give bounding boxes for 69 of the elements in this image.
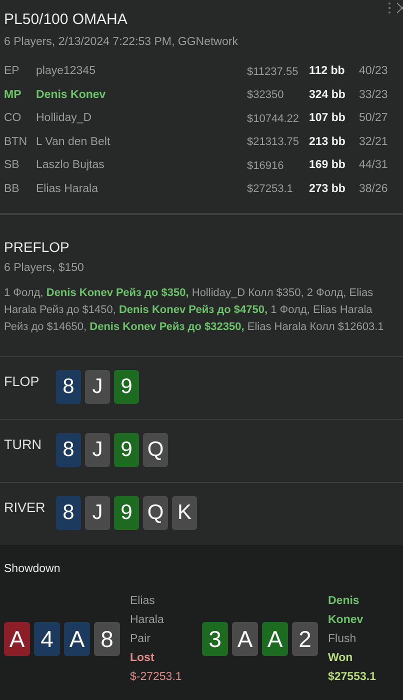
player-position: EP: [4, 64, 20, 80]
street-title: PREFLOP: [4, 238, 70, 258]
playing-card: 4: [34, 622, 60, 656]
playing-card: 9: [114, 370, 139, 404]
player-stack: $27253.1: [247, 182, 294, 198]
street-title: TURN: [4, 436, 42, 454]
player-stack: $21313.75: [247, 135, 300, 150]
player-stats: 38/26: [359, 182, 389, 197]
player-position: MP: [4, 88, 22, 103]
result-label: Won: [328, 650, 354, 666]
playing-card: 8: [94, 622, 120, 656]
player-stats: 33/23: [359, 88, 389, 103]
playing-card: 9: [114, 432, 139, 466]
hand-subtitle: 6 Players, 2/13/2024 7:22:53 PM, GGNetwork: [4, 35, 239, 50]
player-name: L Van den Belt: [36, 134, 112, 150]
player-stats: 44/31: [359, 158, 389, 174]
player-position: CO: [4, 111, 22, 126]
hand-rank: Flush: [328, 632, 358, 647]
playing-card: J: [85, 496, 110, 530]
playing-card: 8: [56, 370, 81, 404]
player-big-blinds: 324 bb: [309, 88, 346, 103]
playing-card: 2: [292, 622, 318, 656]
player-position: BB: [4, 182, 20, 197]
player-name: playe12345: [36, 64, 96, 80]
player-big-blinds: 107 bb: [309, 111, 346, 126]
player-stack: $32350: [247, 88, 285, 104]
playing-card: Q: [143, 432, 168, 466]
player-name: Laszlo Bujtas: [36, 158, 106, 174]
player-name: Elias Harala: [36, 182, 99, 197]
player-name: Denis Konev: [36, 88, 107, 103]
player-stack: $16916: [247, 158, 285, 174]
result-label: Lost: [130, 650, 156, 666]
player-big-blinds: 112 bb: [309, 64, 346, 80]
player-stack: $11237.55: [247, 64, 300, 80]
result-amount: $27553.1: [328, 670, 377, 685]
player-position: BTN: [4, 134, 28, 150]
playing-card: A: [232, 622, 258, 656]
playing-card: 8: [56, 496, 81, 530]
street-title: FLOP: [4, 372, 40, 390]
player-name: Denis Konev: [328, 594, 364, 628]
player-big-blinds: 169 bb: [309, 158, 346, 174]
player-stats: 40/23: [359, 64, 389, 80]
playing-card: Q: [143, 496, 168, 530]
playing-card: 9: [114, 496, 139, 530]
player-stats: 50/27: [359, 111, 389, 126]
street-title: RIVER: [4, 498, 46, 516]
playing-card: 3: [202, 622, 228, 656]
player-stack: $10744.22: [247, 112, 300, 127]
close-icon[interactable]: [397, 2, 403, 14]
playing-card: A: [4, 622, 30, 656]
playing-card: A: [262, 622, 288, 656]
player-stats: 32/21: [359, 134, 389, 150]
more-icon[interactable]: [388, 2, 391, 14]
action-log: 1 Фолд, Denis Konev Рейз до $350, Holliday_D Колл $350, 2 Фолд, Elias Harala Рейз до $1450, Denis Konev Рейз до $4750, 1 Фолд, Elias Harala Рейз до $14650, Denis Konev Рейз до $32350, Elias Harala Колл $12603.1: [4, 286, 385, 334]
playing-card: 8: [56, 432, 81, 466]
result-amount: $-27253.1: [130, 670, 183, 685]
playing-card: J: [85, 432, 110, 466]
showdown-title: Showdown: [4, 562, 62, 576]
hand-title: PL50/100 OMAHA: [4, 10, 128, 30]
player-big-blinds: 273 bb: [309, 182, 346, 197]
player-position: SB: [4, 158, 20, 174]
playing-card: K: [172, 496, 197, 530]
playing-card: J: [85, 370, 110, 404]
player-name: Elias Harala: [130, 594, 165, 628]
hand-rank: Pair: [130, 632, 152, 647]
street-info: 6 Players, $150: [4, 261, 85, 276]
player-name: Holliday_D: [36, 111, 93, 126]
player-big-blinds: 213 bb: [309, 134, 346, 150]
playing-card: A: [64, 622, 90, 656]
